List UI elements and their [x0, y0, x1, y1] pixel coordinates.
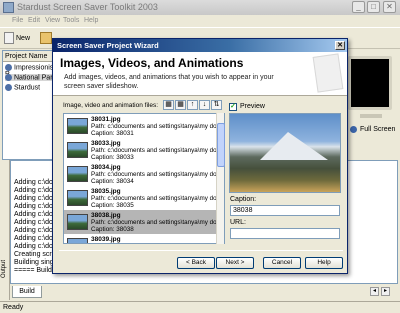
- dialog-subheading: Add images, videos, and animations that …: [64, 74, 274, 90]
- file-path: Path: c:\documents and settings\tanya\my…: [91, 195, 224, 202]
- preview-checkbox[interactable]: ✓: [229, 103, 237, 111]
- menu-tools[interactable]: Tools: [63, 17, 79, 24]
- project-icon: [5, 84, 12, 91]
- dialog-separator: [59, 250, 343, 251]
- monitor-stand: [360, 114, 382, 118]
- thumbnail-image: [67, 238, 88, 243]
- move-down-button[interactable]: ↓: [199, 100, 210, 110]
- main-title-bar[interactable]: Stardust Screen Saver Toolkit 2003 _ □ ✕: [0, 0, 400, 15]
- dialog-title-bar[interactable]: Screen Saver Project Wizard ✕: [53, 39, 347, 52]
- dialog-heading: Images, Videos, and Animations: [60, 56, 244, 70]
- new-icon: [4, 32, 14, 44]
- file-caption: Caption: 38034: [91, 178, 134, 185]
- help-button[interactable]: Help: [305, 257, 343, 269]
- menu-bar: File Edit View Tools Help: [0, 15, 400, 27]
- list-item[interactable]: 38031.jpg Path: c:\documents and setting…: [64, 114, 223, 138]
- close-button[interactable]: ✕: [383, 1, 396, 13]
- thumbnail-image: [67, 166, 88, 182]
- dialog-close-button[interactable]: ✕: [335, 41, 345, 50]
- file-caption: Caption: 38035: [91, 202, 134, 209]
- document-icon: [312, 53, 344, 93]
- build-tab[interactable]: Build: [12, 286, 42, 298]
- file-path: Path: c:\documents and settings\tanya\my…: [91, 219, 224, 226]
- scroll-left-button[interactable]: ◂: [370, 287, 379, 296]
- menu-file[interactable]: File: [12, 17, 23, 24]
- output-tab-label: Output: [1, 259, 7, 278]
- add-file-button[interactable]: ▦: [163, 100, 174, 110]
- list-item[interactable]: 38033.jpg Path: c:\documents and setting…: [64, 138, 223, 162]
- file-name: 38035.jpg: [91, 188, 121, 195]
- maximize-button[interactable]: □: [367, 1, 380, 13]
- full-screen-icon: [350, 126, 357, 133]
- minimize-button[interactable]: _: [352, 1, 365, 13]
- next-button[interactable]: Next >: [216, 257, 254, 269]
- full-screen-button[interactable]: Full Screen: [360, 126, 395, 133]
- file-name: 38033.jpg: [91, 140, 121, 147]
- main-title: Stardust Screen Saver Toolkit 2003: [17, 2, 158, 12]
- file-name: 38034.jpg: [91, 164, 121, 171]
- list-item[interactable]: 38034.jpg Path: c:\documents and setting…: [64, 162, 223, 186]
- file-caption: Caption: 38031: [91, 130, 134, 137]
- scroll-right-button[interactable]: ▸: [381, 287, 390, 296]
- menu-view[interactable]: View: [45, 17, 60, 24]
- wizard-dialog: Screen Saver Project Wizard ✕ Images, Vi…: [52, 38, 348, 274]
- menu-help[interactable]: Help: [84, 17, 98, 24]
- file-path: Path: c:\documents and settings\tanya\my…: [91, 123, 224, 130]
- preview-label: Preview: [240, 103, 265, 110]
- file-name: 38038.jpg: [91, 212, 121, 219]
- project-icon: [5, 64, 12, 71]
- back-button[interactable]: < Back: [177, 257, 215, 269]
- tree-item-stardust[interactable]: Stardust: [5, 84, 40, 91]
- dialog-title: Screen Saver Project Wizard: [57, 41, 159, 50]
- file-list-label: Image, video and animation files:: [63, 102, 159, 109]
- new-button[interactable]: New: [16, 35, 30, 42]
- file-caption: Caption: 38038: [91, 226, 134, 233]
- file-list[interactable]: 38031.jpg Path: c:\documents and setting…: [63, 113, 225, 244]
- file-path: Path: c:\documents and settings\tanya\my…: [91, 147, 224, 154]
- list-item[interactable]: 38039.jpg: [64, 234, 217, 243]
- thumbnail-image: [67, 214, 88, 230]
- url-label: URL:: [230, 219, 246, 226]
- url-input[interactable]: [230, 228, 340, 239]
- list-item[interactable]: 38035.jpg Path: c:\documents and setting…: [64, 186, 223, 210]
- dialog-header: Images, Videos, and Animations Add image…: [53, 52, 347, 96]
- add-folder-button[interactable]: ▦: [175, 100, 186, 110]
- status-bar: Ready: [0, 301, 400, 313]
- file-caption: Caption: 38033: [91, 154, 134, 161]
- monitor-screen: [348, 56, 392, 110]
- move-up-button[interactable]: ↑: [187, 100, 198, 110]
- thumbnail-image: [67, 190, 88, 206]
- preview-image: [229, 113, 341, 193]
- output-side-tab[interactable]: Output: [0, 160, 10, 300]
- monitor-preview: Full Screen: [346, 52, 396, 134]
- list-item-selected[interactable]: 38038.jpg Path: c:\documents and setting…: [64, 210, 223, 234]
- thumbnail-image: [67, 142, 88, 158]
- file-path: Path: c:\documents and settings\tanya\my…: [91, 171, 224, 178]
- mountain-shape: [260, 132, 328, 160]
- file-list-scrollbar[interactable]: [216, 113, 225, 244]
- thumbnail-image: [67, 118, 88, 134]
- cancel-button[interactable]: Cancel: [263, 257, 301, 269]
- open-icon[interactable]: [40, 32, 52, 44]
- scrollbar-thumb[interactable]: [217, 123, 225, 167]
- app-icon: [3, 2, 14, 13]
- sort-button[interactable]: ⇅: [211, 100, 222, 110]
- file-name: 38039.jpg: [91, 236, 121, 243]
- project-icon: [5, 74, 12, 81]
- caption-input[interactable]: 38038: [230, 205, 340, 216]
- file-name: 38031.jpg: [91, 116, 121, 123]
- menu-edit[interactable]: Edit: [28, 17, 40, 24]
- caption-label: Caption:: [230, 196, 257, 203]
